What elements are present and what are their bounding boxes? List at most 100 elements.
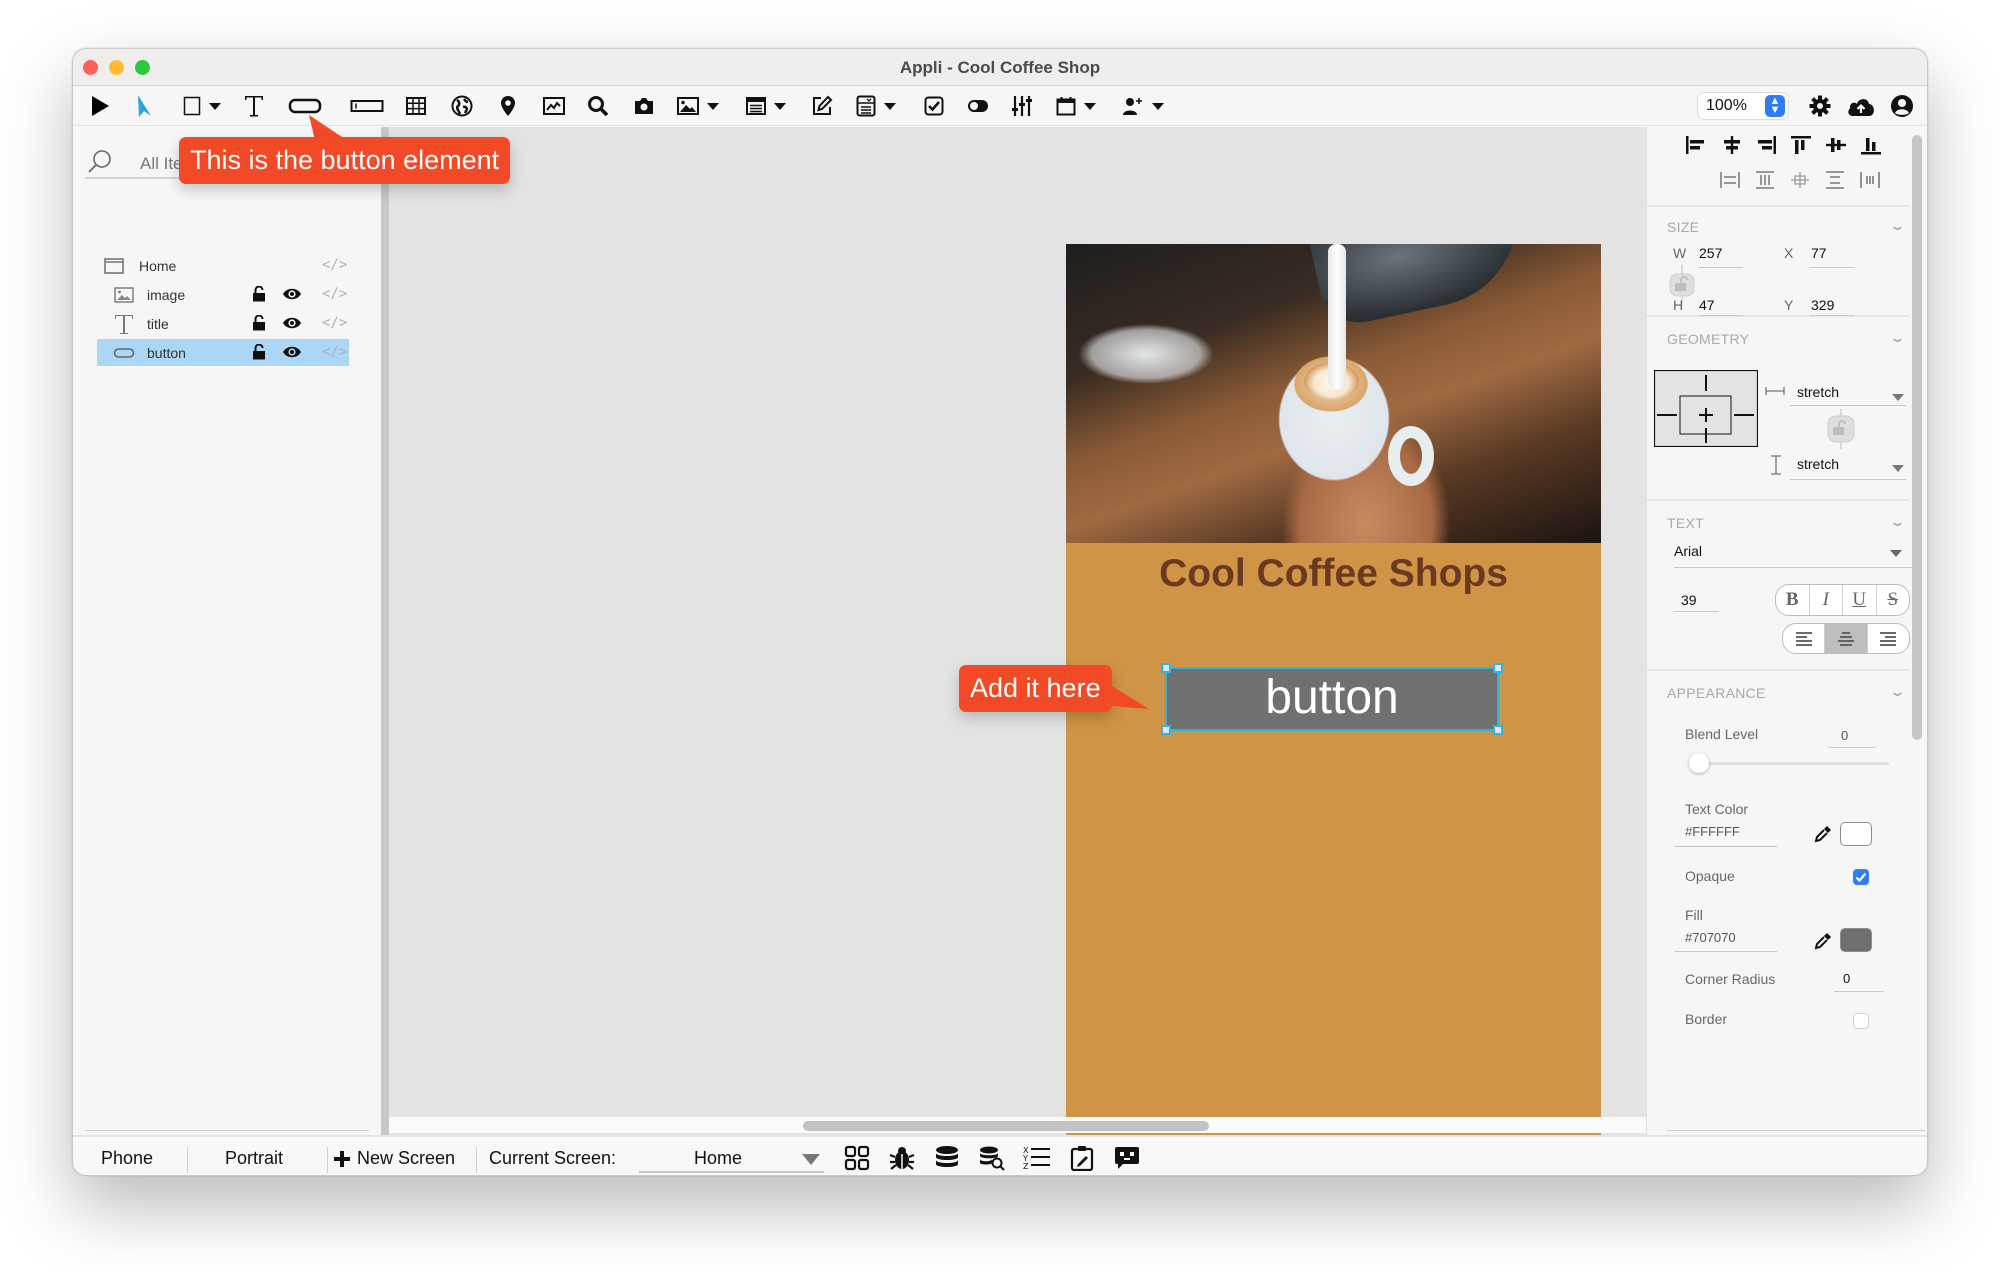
properties-scrollbar[interactable] xyxy=(1912,135,1922,740)
resize-handle-top-left[interactable] xyxy=(1161,663,1171,673)
y-input[interactable]: 329 xyxy=(1811,297,1834,313)
distribute-spacing-vertical-icon[interactable] xyxy=(1825,171,1845,189)
layer-item-home[interactable]: Home </> xyxy=(97,252,349,279)
search-tool-button[interactable] xyxy=(585,92,611,120)
align-left-icon[interactable] xyxy=(1685,135,1707,155)
variables-button[interactable]: XYZ xyxy=(1023,1144,1051,1172)
code-icon[interactable]: </> xyxy=(322,342,347,362)
current-screen-select[interactable]: Home xyxy=(639,1143,824,1173)
visibility-eye-icon[interactable] xyxy=(282,313,302,333)
design-canvas[interactable]: Cool Coffee Shops button Add it here xyxy=(389,127,1703,1175)
layer-item-title[interactable]: title </> xyxy=(97,310,349,337)
chart-tool-button[interactable] xyxy=(541,92,567,120)
distribute-spacing-horizontal-icon[interactable] xyxy=(1860,171,1880,189)
align-text-right-button[interactable] xyxy=(1868,624,1909,653)
text-color-input[interactable]: #FFFFFF xyxy=(1685,824,1740,839)
list-tool-button[interactable] xyxy=(743,92,789,120)
orientation-select[interactable]: Portrait xyxy=(225,1148,283,1169)
chevron-down-icon[interactable]: ⌄ xyxy=(1889,684,1906,700)
panel-splitter[interactable] xyxy=(381,127,389,1135)
align-text-left-button[interactable] xyxy=(1783,624,1826,653)
border-checkbox[interactable] xyxy=(1853,1013,1869,1029)
text-tool-button[interactable] xyxy=(241,92,267,120)
cloud-upload-button[interactable] xyxy=(1845,92,1877,120)
table-tool-button[interactable] xyxy=(403,92,429,120)
code-icon[interactable]: </> xyxy=(322,284,347,304)
select-tool-button[interactable] xyxy=(131,92,157,120)
distribute-center-icon[interactable] xyxy=(1790,171,1810,189)
zoom-stepper-icon[interactable]: ▲ ▼ xyxy=(1765,95,1785,117)
vertical-constraint-select[interactable]: stretch xyxy=(1797,456,1839,472)
add-user-tool-button[interactable] xyxy=(1119,92,1167,120)
unlock-icon[interactable] xyxy=(252,342,266,362)
notes-button[interactable] xyxy=(1068,1144,1096,1172)
new-screen-button[interactable]: New Screen xyxy=(333,1148,455,1169)
height-input[interactable]: 47 xyxy=(1699,297,1715,313)
calendar-tool-button[interactable] xyxy=(1053,92,1099,120)
chevron-down-icon[interactable]: ⌄ xyxy=(1889,514,1906,530)
layer-item-button[interactable]: button </> xyxy=(97,339,349,366)
distribute-vertical-icon[interactable] xyxy=(1755,171,1775,189)
italic-button[interactable]: I xyxy=(1810,585,1843,615)
constraint-lock-icon[interactable] xyxy=(1824,409,1858,449)
layer-item-image[interactable]: image </> xyxy=(97,281,349,308)
width-input[interactable]: 257 xyxy=(1699,245,1722,261)
align-right-icon[interactable] xyxy=(1755,135,1777,155)
eyedropper-icon[interactable] xyxy=(1814,825,1832,843)
app-button-element[interactable]: button xyxy=(1165,667,1499,731)
text-color-swatch[interactable] xyxy=(1840,822,1872,846)
debug-button[interactable] xyxy=(888,1144,916,1172)
horizontal-constraint-select[interactable]: stretch xyxy=(1797,384,1839,400)
bold-button[interactable]: B xyxy=(1776,585,1810,615)
map-tool-button[interactable] xyxy=(497,92,519,120)
fill-color-swatch[interactable] xyxy=(1840,928,1872,952)
app-title-text[interactable]: Cool Coffee Shops xyxy=(1066,552,1601,596)
visibility-eye-icon[interactable] xyxy=(282,342,302,362)
edit-tool-button[interactable] xyxy=(809,92,835,120)
checkbox-tool-button[interactable] xyxy=(921,92,947,120)
align-center-horizontal-icon[interactable] xyxy=(1721,135,1743,155)
code-icon[interactable]: </> xyxy=(322,313,347,333)
font-size-input[interactable]: 39 xyxy=(1681,592,1697,608)
font-family-select[interactable]: Arial xyxy=(1674,543,1702,559)
x-input[interactable]: 77 xyxy=(1811,245,1827,261)
web-view-tool-button[interactable] xyxy=(449,92,475,120)
code-icon[interactable]: </> xyxy=(322,255,347,275)
form-tool-button[interactable] xyxy=(853,92,899,120)
chevron-down-icon[interactable]: ⌄ xyxy=(1889,330,1906,346)
database-button[interactable] xyxy=(933,1144,961,1172)
constraints-widget-icon[interactable] xyxy=(1654,370,1758,447)
unlock-icon[interactable] xyxy=(252,313,266,333)
coffee-image[interactable] xyxy=(1066,244,1601,543)
visibility-eye-icon[interactable] xyxy=(282,284,302,304)
fill-color-input[interactable]: #707070 xyxy=(1685,930,1736,945)
resize-handle-bottom-left[interactable] xyxy=(1161,725,1171,735)
align-top-icon[interactable] xyxy=(1790,135,1812,155)
underline-button[interactable]: U xyxy=(1843,585,1877,615)
eyedropper-icon[interactable] xyxy=(1814,932,1832,950)
align-middle-vertical-icon[interactable] xyxy=(1825,135,1847,155)
screens-grid-button[interactable] xyxy=(843,1144,871,1172)
toggle-tool-button[interactable] xyxy=(965,92,991,120)
database-search-button[interactable] xyxy=(978,1144,1006,1172)
chevron-down-icon[interactable] xyxy=(1892,394,1904,401)
unlock-icon[interactable] xyxy=(252,284,266,304)
image-tool-button[interactable] xyxy=(675,92,721,120)
sliders-tool-button[interactable] xyxy=(1009,92,1035,120)
chevron-down-icon[interactable] xyxy=(1892,465,1904,472)
horizontal-scroll-thumb[interactable] xyxy=(803,1121,1209,1131)
blend-level-input[interactable]: 0 xyxy=(1841,728,1848,743)
strikethrough-button[interactable]: S xyxy=(1877,585,1910,615)
opaque-checkbox[interactable] xyxy=(1853,869,1869,885)
zoom-level-select[interactable]: 100% ▲ ▼ xyxy=(1698,93,1788,119)
chevron-down-icon[interactable]: ⌄ xyxy=(1889,218,1906,234)
distribute-horizontal-icon[interactable] xyxy=(1720,171,1740,189)
align-text-center-button[interactable] xyxy=(1825,624,1868,653)
blend-level-slider-thumb[interactable] xyxy=(1689,753,1709,773)
blend-level-slider[interactable] xyxy=(1689,762,1889,765)
resize-handle-bottom-right[interactable] xyxy=(1493,725,1503,735)
corner-radius-input[interactable]: 0 xyxy=(1843,971,1850,986)
align-bottom-icon[interactable] xyxy=(1860,135,1882,155)
account-button[interactable] xyxy=(1889,92,1915,120)
camera-tool-button[interactable] xyxy=(631,92,657,120)
